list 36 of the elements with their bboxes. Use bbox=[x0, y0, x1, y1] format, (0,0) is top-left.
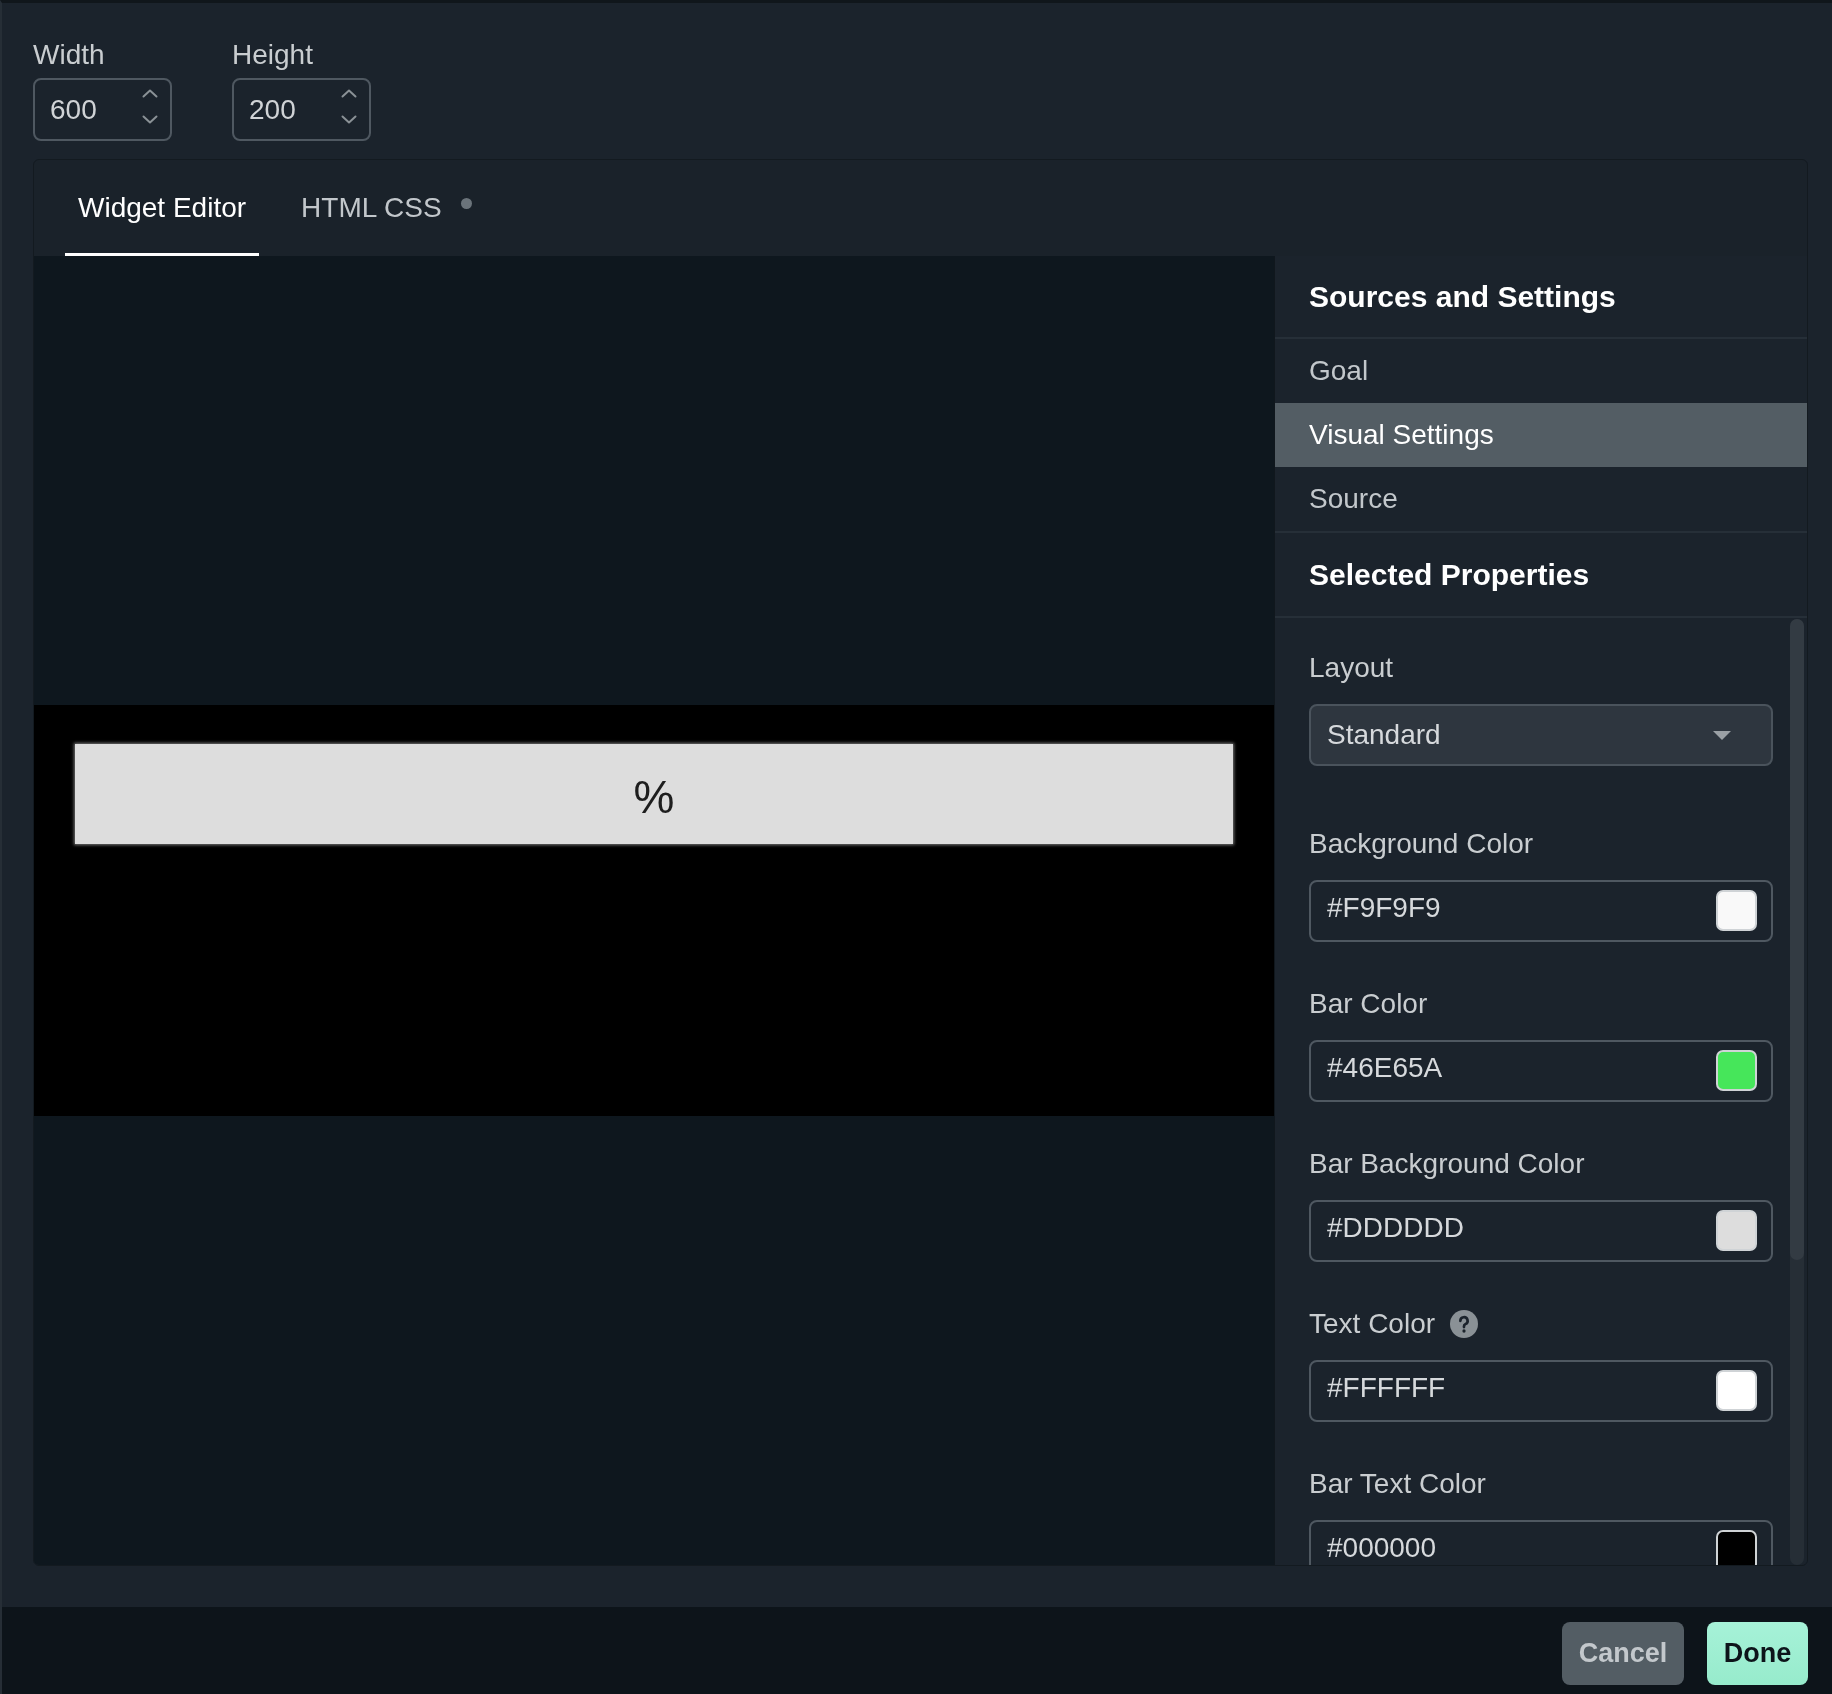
nav-item[interactable]: Goal bbox=[1275, 339, 1807, 403]
field-label: Width bbox=[33, 40, 106, 70]
color-swatch-icon[interactable] bbox=[1716, 890, 1757, 931]
field-label: Bar Color bbox=[1309, 988, 1428, 1020]
color-field[interactable]: #F9F9F9 bbox=[1309, 880, 1773, 942]
color-field[interactable]: #FFFFFF bbox=[1309, 1360, 1773, 1422]
color-swatch-icon[interactable] bbox=[1716, 1050, 1757, 1091]
chevron-up-icon[interactable] bbox=[142, 89, 158, 98]
help-icon[interactable] bbox=[1450, 1310, 1479, 1338]
nav-item[interactable]: Source bbox=[1275, 467, 1807, 531]
scrollbar-thumb[interactable] bbox=[1790, 619, 1804, 1260]
field-label: Bar Background Color bbox=[1309, 1148, 1585, 1180]
field-label: Bar Text Color bbox=[1309, 1468, 1486, 1500]
field-label: Layout bbox=[1309, 652, 1394, 684]
cancel-button[interactable]: Cancel bbox=[1562, 1622, 1684, 1685]
section-heading: Sources and Settings bbox=[1275, 256, 1807, 339]
number-field[interactable]: 200 bbox=[232, 78, 371, 141]
section-heading: Selected Properties bbox=[1275, 533, 1807, 618]
chevron-down-icon[interactable] bbox=[341, 115, 357, 124]
dropdown[interactable]: Standard bbox=[1309, 704, 1773, 766]
chevron-up-icon[interactable] bbox=[341, 89, 357, 98]
color-swatch-icon[interactable] bbox=[1716, 1210, 1757, 1251]
chevron-down-icon[interactable] bbox=[142, 115, 158, 124]
color-field[interactable]: #DDDDDD bbox=[1309, 1200, 1773, 1262]
percent-label: % bbox=[633, 774, 675, 820]
color-swatch-icon[interactable] bbox=[1716, 1530, 1757, 1565]
caret-icon bbox=[1713, 730, 1731, 740]
done-button[interactable]: Done bbox=[1707, 1622, 1808, 1685]
color-swatch-icon[interactable] bbox=[1716, 1370, 1757, 1411]
tab[interactable]: HTML CSS bbox=[288, 160, 485, 256]
color-field[interactable]: #46E65A bbox=[1309, 1040, 1773, 1102]
nav-item[interactable]: Visual Settings bbox=[1275, 403, 1807, 467]
field-label: Height bbox=[232, 40, 314, 70]
number-field[interactable]: 600 bbox=[33, 78, 172, 141]
field-label: Background Color bbox=[1309, 828, 1534, 860]
field-label: Text Color bbox=[1309, 1308, 1436, 1340]
